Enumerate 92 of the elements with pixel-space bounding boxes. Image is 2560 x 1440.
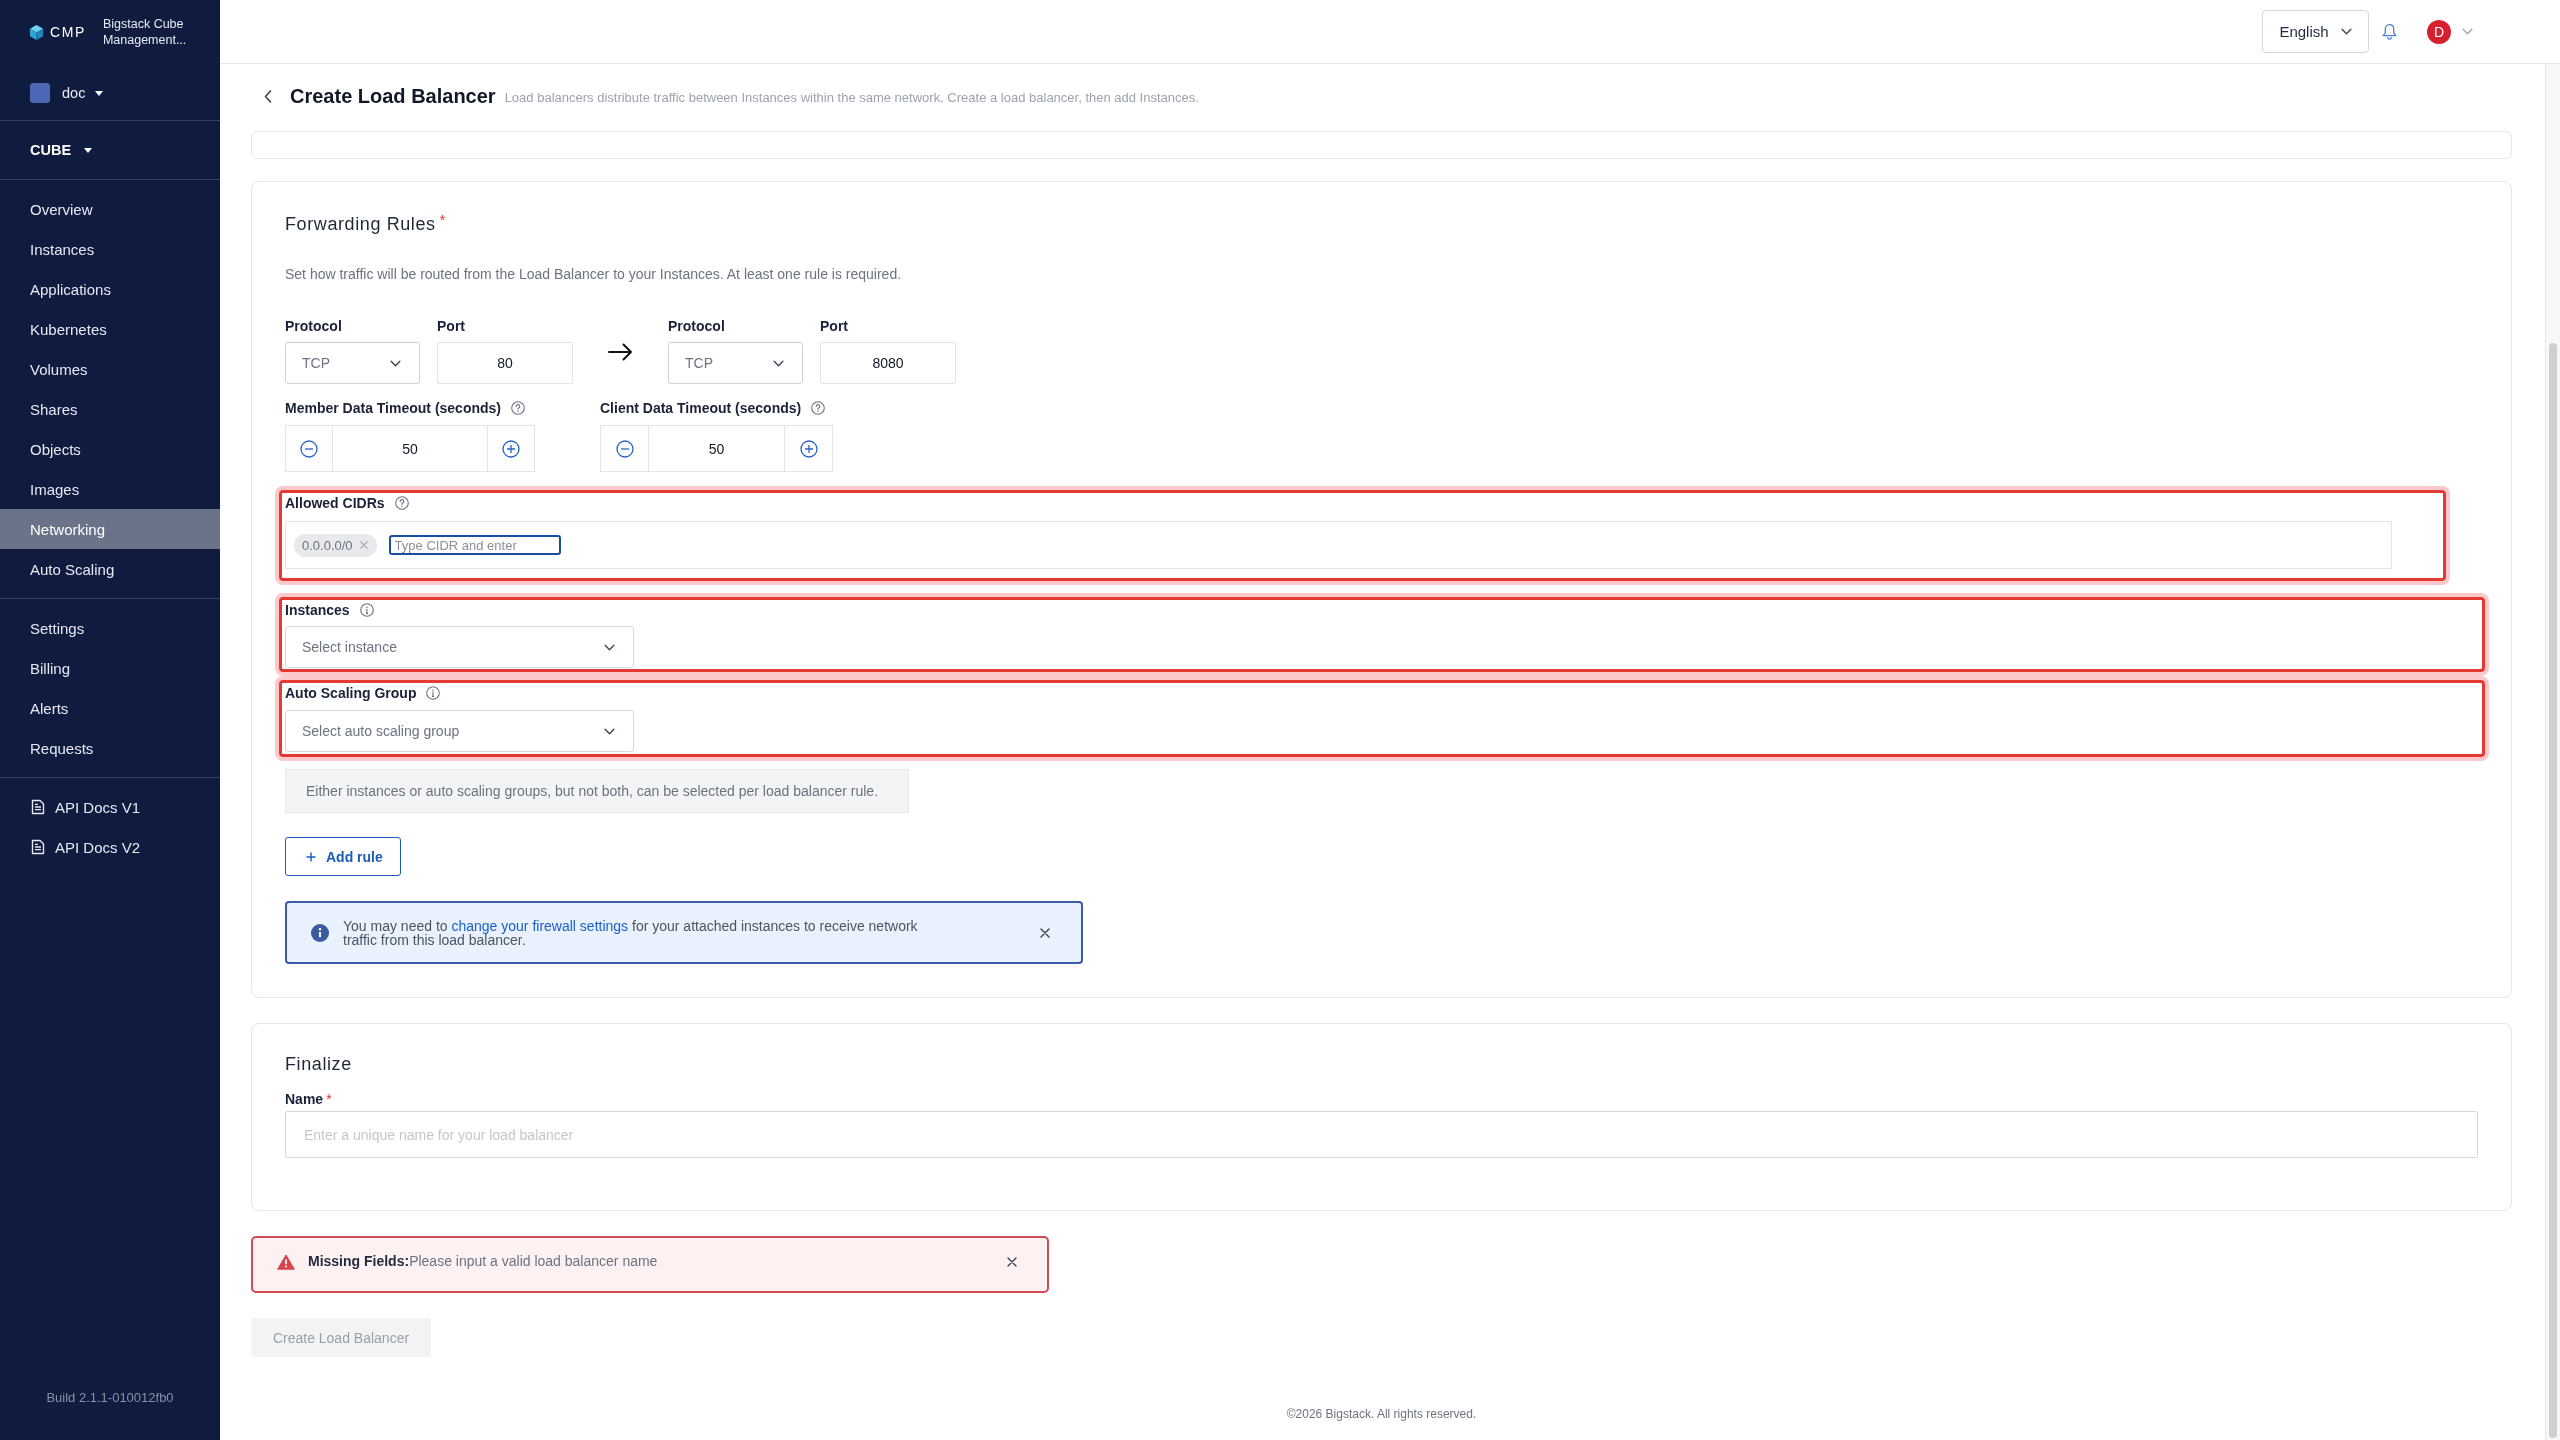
chevron-down-icon	[390, 359, 401, 367]
cube-icon	[29, 23, 44, 41]
nav-link[interactable]: API Docs V2	[0, 827, 220, 867]
increment-button[interactable]	[487, 425, 535, 472]
decrement-button[interactable]	[600, 425, 649, 472]
nav-item[interactable]: Instances	[0, 229, 220, 269]
plus-icon	[306, 851, 316, 862]
nav-item[interactable]: Networking	[0, 509, 220, 549]
nav-item[interactable]: Settings	[0, 608, 220, 648]
nav-item[interactable]: Overview	[0, 189, 220, 229]
nav-item[interactable]: Volumes	[0, 349, 220, 389]
dropdown-select[interactable]: Select instance	[285, 626, 634, 668]
chevron-down-icon	[2340, 27, 2352, 35]
project-selector[interactable]: doc	[0, 73, 104, 113]
cidr-input[interactable]: Type CIDR and enter	[388, 535, 561, 555]
plus-circle-icon	[502, 439, 520, 458]
field-label: Auto Scaling Group	[285, 684, 417, 702]
nav-item[interactable]: Objects	[0, 429, 220, 469]
nav-item[interactable]: Billing	[0, 648, 220, 688]
port-input[interactable]: 80	[437, 342, 573, 384]
back-icon[interactable]	[264, 89, 272, 103]
region-selector[interactable]: CUBE	[0, 130, 93, 170]
dropdown-select[interactable]: Select auto scaling group	[285, 710, 634, 752]
project-square-icon	[30, 83, 50, 103]
required-mark: *	[326, 1090, 332, 1108]
document-icon	[31, 839, 45, 855]
language-select[interactable]: English	[2262, 9, 2369, 53]
build-version: Build 2.1.1-010012fb0	[45, 1389, 175, 1407]
copyright-text: ©2026 Bigstack. All rights reserved.	[1285, 1407, 1478, 1421]
decrement-button[interactable]	[285, 425, 333, 472]
field-label: Port	[820, 317, 849, 335]
firewall-settings-link[interactable]: change your firewall settings	[451, 917, 629, 934]
field-label: Allowed CIDRs	[285, 494, 385, 512]
document-icon	[31, 799, 45, 815]
chevron-down-icon[interactable]	[2462, 28, 2473, 35]
info-note: Either instances or auto scaling groups, but not both, can be selected per load balancer rule.	[285, 769, 910, 813]
field-label: Client Data Timeout (seconds)	[600, 399, 802, 417]
close-icon[interactable]	[1040, 927, 1050, 938]
bell-icon[interactable]	[2382, 23, 2397, 40]
warning-icon	[277, 1254, 295, 1270]
number-input[interactable]: 50	[333, 425, 487, 472]
field-label: Protocol	[285, 317, 343, 335]
protocol-select[interactable]: TCP	[285, 342, 420, 384]
error-message: Missing Fields:Please input a valid load balancer name	[308, 1252, 658, 1271]
section-title: Forwarding Rules	[285, 213, 436, 236]
notice-text: You may need to change your firewall settings for your attached instances to receive network traffic from this load balancer.	[343, 918, 919, 947]
required-mark: *	[439, 212, 446, 228]
field-label: Member Data Timeout (seconds)	[285, 399, 501, 417]
section-description: Set how traffic will be routed from the Load Balancer to your Instances. At least one rule is required.	[285, 265, 903, 284]
nav-item[interactable]: Alerts	[0, 688, 220, 728]
increment-button[interactable]	[784, 425, 833, 472]
nav-item[interactable]: Shares	[0, 389, 220, 429]
protocol-select[interactable]: TCP	[668, 342, 803, 384]
product-name: Bigstack Cube Management...	[102, 15, 188, 49]
field-label: Protocol	[668, 317, 726, 335]
plus-circle-icon	[799, 439, 818, 458]
logo-text: CMP	[50, 24, 86, 40]
scrollbar-thumb[interactable]	[2549, 343, 2557, 1438]
chevron-down-icon	[604, 727, 615, 735]
caret-down-icon	[95, 90, 104, 96]
minus-circle-icon	[615, 439, 634, 458]
chevron-down-icon	[604, 643, 615, 651]
help-icon[interactable]	[511, 401, 525, 415]
nav-item[interactable]: Requests	[0, 728, 220, 768]
name-input[interactable]: Enter a unique name for your load balancer	[285, 1111, 2478, 1158]
nav-item[interactable]: Kubernetes	[0, 309, 220, 349]
info-icon	[311, 923, 329, 942]
nav-item[interactable]: Images	[0, 469, 220, 509]
caret-down-icon	[84, 147, 93, 153]
close-icon[interactable]	[1007, 1257, 1017, 1267]
number-input[interactable]: 50	[649, 425, 784, 472]
add-rule-button[interactable]: Add rule	[285, 837, 401, 876]
field-label: Name	[285, 1090, 324, 1108]
info-icon[interactable]	[426, 686, 441, 700]
arrow-right-icon	[608, 343, 633, 361]
page-title: Create Load Balancer	[290, 84, 496, 109]
help-icon[interactable]	[811, 401, 826, 415]
field-label: Instances	[285, 601, 350, 619]
field-label: Port	[437, 317, 466, 335]
tag-text: 0.0.0.0/0	[302, 537, 353, 553]
chevron-down-icon	[773, 359, 784, 367]
minus-circle-icon	[300, 439, 318, 458]
section-title: Finalize	[285, 1053, 352, 1076]
page-subtitle: Load balancers distribute traffic between Instances within the same network. Create a load balancer, then add Instances.	[504, 90, 1199, 105]
user-avatar[interactable]: D	[2427, 19, 2451, 44]
info-icon[interactable]	[359, 603, 374, 617]
nav-link[interactable]: API Docs V1	[0, 787, 220, 827]
nav-item[interactable]: Auto Scaling	[0, 549, 220, 589]
port-input[interactable]: 8080	[820, 342, 956, 384]
nav-item[interactable]: Applications	[0, 269, 220, 309]
cidr-field[interactable]: 0.0.0.0/0 Type CIDR and enter	[285, 521, 2392, 569]
help-icon[interactable]	[394, 496, 409, 510]
